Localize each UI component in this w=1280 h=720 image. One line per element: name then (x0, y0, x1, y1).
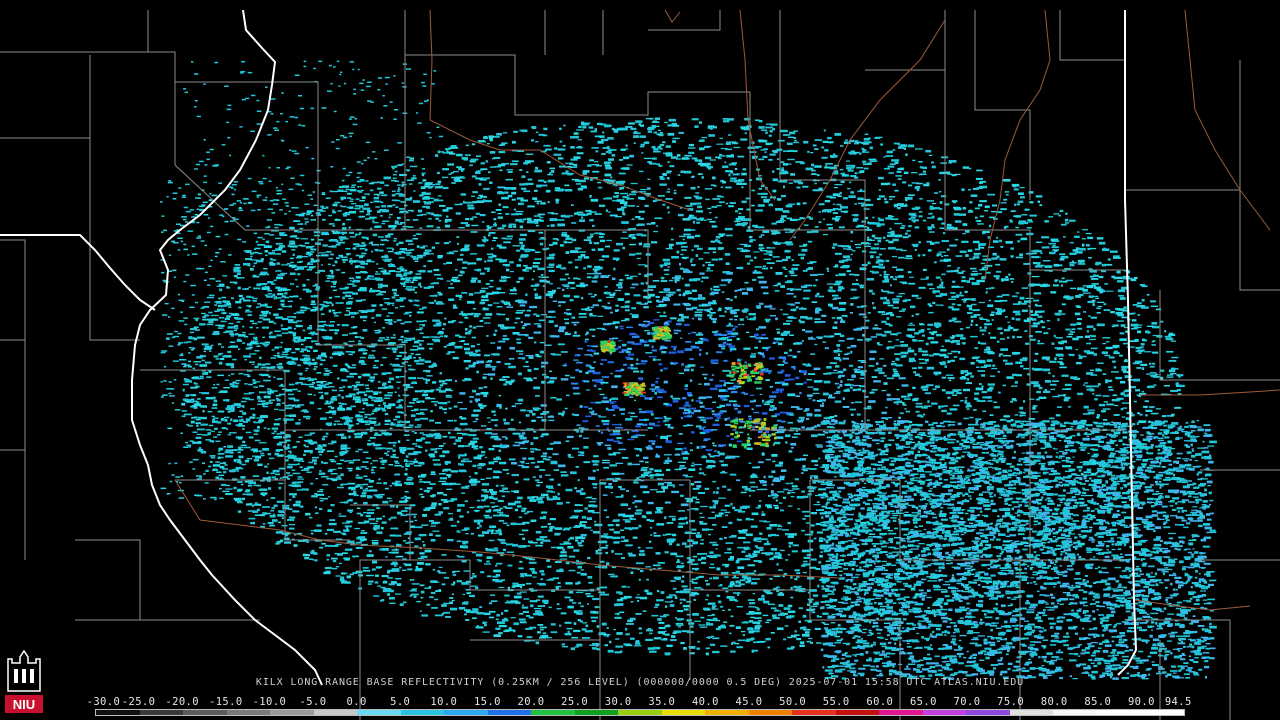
scale-label: 75.0 (997, 696, 1025, 708)
radar-site-marker (673, 378, 685, 390)
colorbar-segment (531, 710, 575, 715)
scale-label: 5.0 (390, 696, 411, 708)
scale-label: 85.0 (1084, 696, 1112, 708)
colorbar-segment (96, 710, 140, 715)
scale-label: 65.0 (909, 696, 937, 708)
reflectivity-colorbar (95, 709, 1185, 716)
colorbar-segment (487, 710, 532, 715)
colorbar-segment (357, 710, 401, 715)
product-caption: KILX LONG RANGE BASE REFLECTIVITY (0.25K… (255, 677, 1025, 688)
colorbar-segment (270, 710, 314, 715)
scale-label: 90.0 (1127, 696, 1155, 708)
colorbar-segment (1140, 710, 1184, 715)
colorbar-segment (1096, 710, 1141, 715)
scale-label: -5.0 (299, 696, 327, 708)
scale-label: 45.0 (735, 696, 763, 708)
reflectivity-scale-labels: -30.0 -25.0 -20.0 -15.0 -10.0 -5.0 0.0 5.0 10.0 1… (87, 696, 1192, 708)
scale-label: 80.0 (1040, 696, 1068, 708)
colorbar-segment (444, 710, 488, 715)
colorbar-segment (139, 710, 184, 715)
colorbar-segment (792, 710, 836, 715)
scale-label: 30.0 (604, 696, 632, 708)
scale-label: 10.0 (430, 696, 458, 708)
scale-label: -20.0 (165, 696, 199, 708)
colorbar-segment (879, 710, 923, 715)
scale-label: 15.0 (473, 696, 501, 708)
scale-label: 94.5 (1164, 696, 1192, 708)
scale-label: 35.0 (648, 696, 676, 708)
colorbar-segment (1053, 710, 1097, 715)
scale-label: 70.0 (953, 696, 981, 708)
scale-label: -25.0 (121, 696, 156, 708)
radar-map (0, 0, 1280, 720)
scale-label: 20.0 (517, 696, 545, 708)
scale-label: 40.0 (691, 696, 719, 708)
colorbar-segment (748, 710, 793, 715)
colorbar-segment (313, 710, 358, 715)
scale-label: -15.0 (208, 696, 243, 708)
colorbar-segment (835, 710, 880, 715)
colorbar-segment (922, 710, 967, 715)
scale-label: 25.0 (561, 696, 589, 708)
scale-label: 55.0 (822, 696, 850, 708)
colorbar-segment (661, 710, 706, 715)
scale-label: 0.0 (346, 696, 367, 708)
scale-label: 50.0 (779, 696, 807, 708)
colorbar-segment (400, 710, 445, 715)
scale-label: -30.0 (86, 696, 121, 708)
scale-label: -10.0 (252, 696, 287, 708)
colorbar-segment (226, 710, 271, 715)
colorbar-segment (183, 710, 227, 715)
colorbar-segment (574, 710, 619, 715)
scale-label: 60.0 (866, 696, 894, 708)
colorbar-segment (1009, 710, 1054, 715)
colorbar-segment (966, 710, 1010, 715)
colorbar-segment (705, 710, 749, 715)
colorbar-segment (618, 710, 662, 715)
